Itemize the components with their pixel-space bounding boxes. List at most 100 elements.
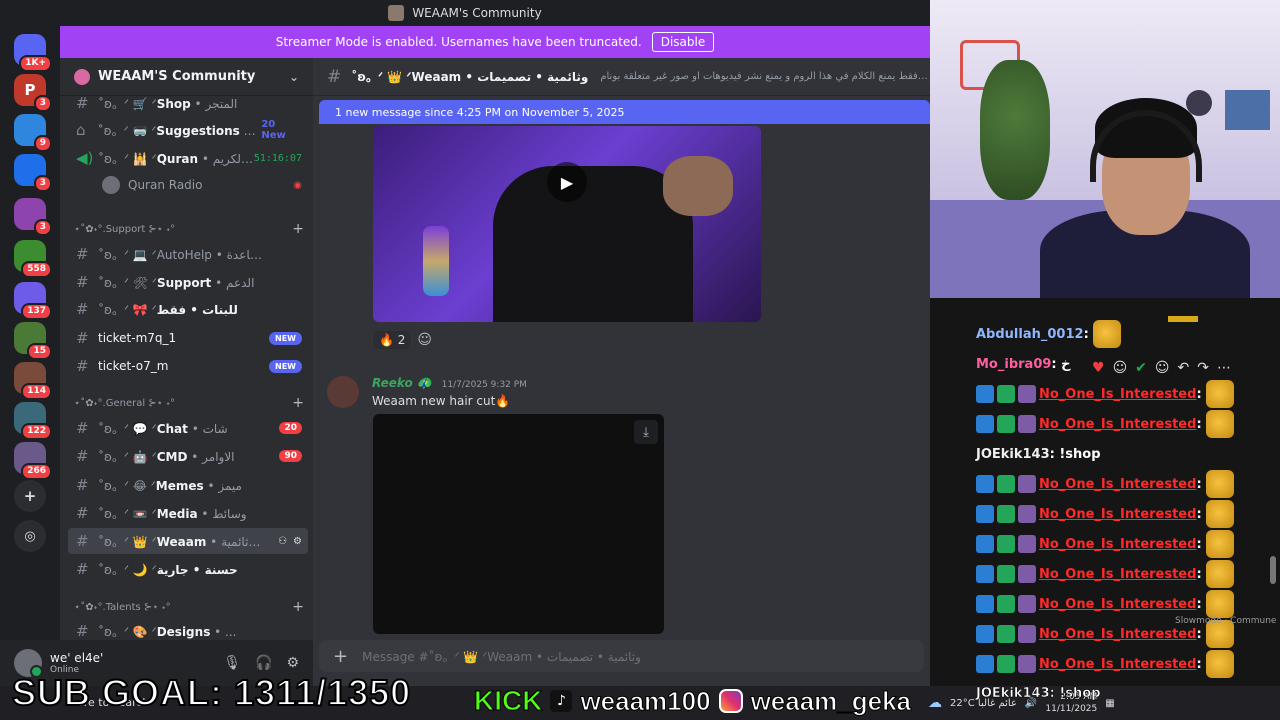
heart-icon[interactable]: ♥ [1092, 360, 1105, 376]
stream-chat-user[interactable]: No_One_Is_Interested [1039, 657, 1196, 672]
channel-media[interactable]: # ˚ʚ。ᐟ 📼 ᐟMedia • وسائط [68, 500, 308, 526]
message-input[interactable]: + Message #˚ʚ。ᐟ 👑 ᐟWeaam • وثائمية • تصم… [319, 640, 924, 672]
server-item[interactable]: 122 [14, 402, 52, 440]
mention-badge: 20 [279, 422, 302, 434]
play-icon[interactable]: ▶ [547, 162, 587, 202]
server-item[interactable]: 137 [14, 282, 52, 320]
stream-chat-user[interactable]: No_One_Is_Interested [1039, 507, 1196, 522]
chat-badge-icon [976, 565, 994, 583]
stream-chat-user[interactable]: No_One_Is_Interested [1039, 537, 1196, 552]
channel-shop[interactable]: # ˚ʚ。ᐟ 🛒 ᐟShop • المتجر [68, 90, 308, 116]
hash-icon: # [327, 66, 342, 87]
download-icon[interactable]: ⤓ [634, 420, 658, 444]
video-attachment[interactable]: ▶ [373, 126, 761, 322]
channel-girls[interactable]: # ˚ʚ。ᐟ 🎀 ᐟللبنات • فقط [68, 296, 308, 322]
speaker-icon: ◀) [76, 149, 94, 167]
server-item[interactable]: 114 [14, 362, 52, 400]
chat-badge-icon [997, 655, 1015, 673]
message-placeholder: Message #˚ʚ。ᐟ 👑 ᐟWeaam • وثائمية • تصميم… [362, 649, 641, 664]
gear-icon[interactable]: ⚙ [286, 655, 299, 671]
add-channel-icon[interactable]: + [292, 395, 304, 411]
server-item[interactable]: 3 [14, 198, 52, 236]
weather-icon: ☁ [928, 695, 942, 711]
channel-ticket-o7[interactable]: # ticket-o7_m NEW [68, 353, 308, 379]
hash-icon: # [76, 622, 89, 640]
notification-icon[interactable]: ▦ [1105, 698, 1114, 709]
server-item[interactable]: P3 [14, 74, 52, 112]
channel-chat[interactable]: # ˚ʚ。ᐟ 💬 ᐟChat • شات 20 [68, 415, 308, 441]
stream-chat-user[interactable]: No_One_Is_Interested [1039, 567, 1196, 582]
disable-button[interactable]: Disable [651, 32, 715, 52]
server-item[interactable]: 9 [14, 114, 52, 152]
channel-ticket-m7q[interactable]: # ticket-m7q_1 NEW [68, 325, 308, 351]
chat-badge-icon [997, 595, 1015, 613]
stream-chat-user[interactable]: No_One_Is_Interested [1039, 387, 1196, 402]
voice-user-name: Quran Radio [128, 178, 203, 192]
headphones-icon[interactable]: 🎧 [255, 655, 272, 671]
channel-designs[interactable]: # ˚ʚ。ᐟ 🎨 ᐟDesigns • ... [68, 618, 308, 640]
channel-sidebar: WEAAM'S Community ⌄ # ˚ʚ。ᐟ 🛒 ᐟShop • الم… [60, 58, 313, 640]
plus-icon[interactable]: + [333, 646, 348, 667]
channel-support[interactable]: # ˚ʚ。ᐟ 🛠 ᐟSupport • الدعم [68, 269, 308, 295]
video-attachment[interactable]: ⤓ [373, 414, 664, 634]
forward-icon[interactable]: ↷ [1197, 360, 1209, 376]
channel-autohelp[interactable]: # ˚ʚ。ᐟ 💻 ᐟAutoHelp • مساعدة [68, 241, 308, 267]
category-talents[interactable]: ⋆˚✿˖°.Talents ⊱⋆ ˖° + [74, 598, 304, 616]
reaction-fire[interactable]: 🔥 2 [373, 331, 412, 349]
banner-text: Streamer Mode is enabled. Usernames have… [275, 35, 642, 49]
mention-badge: 90 [279, 450, 302, 462]
smile-icon[interactable]: ☺ [1155, 360, 1170, 376]
server-home[interactable]: 1K+ [14, 34, 52, 72]
channel-topic[interactable]: م فيديوهات وصور فقط يمنع الكلام في هذا ا… [600, 71, 930, 82]
channel-cmd[interactable]: # ˚ʚ。ᐟ 🤖 ᐟCMD • الاوامر 90 [68, 443, 308, 469]
new-messages-bar[interactable]: 1 new message since 4:25 PM on November … [319, 100, 930, 124]
channel-label: ˚ʚ。ᐟ 🤖 ᐟCMD • الاوامر [98, 449, 235, 464]
server-item[interactable]: 266 [14, 442, 52, 480]
channel-memes[interactable]: # ˚ʚ。ᐟ 😂 ᐟMemes • ميمز [68, 472, 308, 498]
server-item[interactable]: 3 [14, 154, 52, 192]
category-support[interactable]: ⋆˚✿˖°.Support ⊱⋆ ˖° + [74, 220, 304, 238]
server-item[interactable]: 558 [14, 240, 52, 278]
stream-chat-line: No_One_Is_Interested: [976, 380, 1234, 408]
channel-hasana[interactable]: # ˚ʚ。ᐟ 🌙 ᐟحسنة • جارية [68, 556, 308, 582]
channel-label: ticket-o7_m [98, 359, 169, 373]
stream-chat-user[interactable]: Mo_ibra09 [976, 357, 1051, 372]
message-list[interactable]: 1 new message since 4:25 PM on November … [313, 96, 930, 640]
stream-chat-user[interactable]: Abdullah_0012 [976, 327, 1084, 342]
channel-suggestions[interactable]: ⌂ ˚ʚ。ᐟ 🥽 ᐟSuggestions • ... 20 New [68, 117, 308, 143]
add-channel-icon[interactable]: + [292, 221, 304, 237]
add-reaction-icon[interactable]: ☺ [417, 332, 432, 348]
channel-label: ˚ʚ。ᐟ 📼 ᐟMedia • وسائط [98, 506, 247, 521]
avatar[interactable] [327, 376, 359, 408]
stream-chat-line: No_One_Is_Interested: [976, 470, 1234, 498]
plus-icon[interactable]: + [14, 480, 46, 512]
stream-chat-user[interactable]: No_One_Is_Interested [1039, 477, 1196, 492]
invite-icon[interactable]: ⚇ [278, 536, 287, 547]
chat-scrollbar[interactable] [1270, 556, 1276, 584]
channel-label: ˚ʚ。ᐟ 🥽 ᐟSuggestions • ... [97, 123, 262, 138]
more-icon[interactable]: ⋯ [1217, 360, 1231, 376]
microphone-icon[interactable]: 🎙 [223, 655, 241, 671]
chat-badge-icon [997, 475, 1015, 493]
stream-chat-user[interactable]: JOEkik143 [976, 447, 1050, 462]
channel-title: ˚ʚ。ᐟ 👑 ᐟWeaam • وثائمية • تصميمات [351, 70, 589, 84]
reply-icon[interactable]: ↶ [1178, 360, 1190, 376]
category-general[interactable]: ⋆˚✿˖°.General ⊱⋆ ˖° + [74, 394, 304, 412]
chat-badge-icon [1018, 415, 1036, 433]
server-item[interactable]: 15 [14, 322, 52, 360]
voice-user-quran-radio[interactable]: Quran Radio ◉ [94, 172, 308, 198]
stream-chat-user[interactable]: No_One_Is_Interested [1039, 417, 1196, 432]
stream-chat: ♥ ☺ ✔ ☺ ↶ ↷ ⋯ Abdullah_0012: Mo_ibra09: خ… [930, 298, 1280, 686]
add-channel-icon[interactable]: + [292, 599, 304, 615]
channel-quran-voice[interactable]: ◀) ˚ʚ。ᐟ 🕌 ᐟQuran • القرآن الكريم 51:16:0… [68, 145, 308, 171]
stream-chat-user[interactable]: No_One_Is_Interested [1039, 627, 1196, 642]
channel-weaam[interactable]: # ˚ʚ。ᐟ 👑 ᐟWeaam • وثائمية... ⚇ ⚙ [68, 528, 308, 554]
laugh-icon[interactable]: ☺ [1113, 360, 1128, 376]
check-icon[interactable]: ✔ [1135, 360, 1147, 376]
message-author[interactable]: Reeko 🦚 [372, 376, 432, 390]
gear-icon[interactable]: ⚙ [293, 536, 302, 547]
compass-icon[interactable]: ◎ [14, 520, 46, 552]
chat-badge-icon [976, 535, 994, 553]
stream-chat-user[interactable]: No_One_Is_Interested [1039, 597, 1196, 612]
new-badge: NEW [269, 359, 302, 373]
